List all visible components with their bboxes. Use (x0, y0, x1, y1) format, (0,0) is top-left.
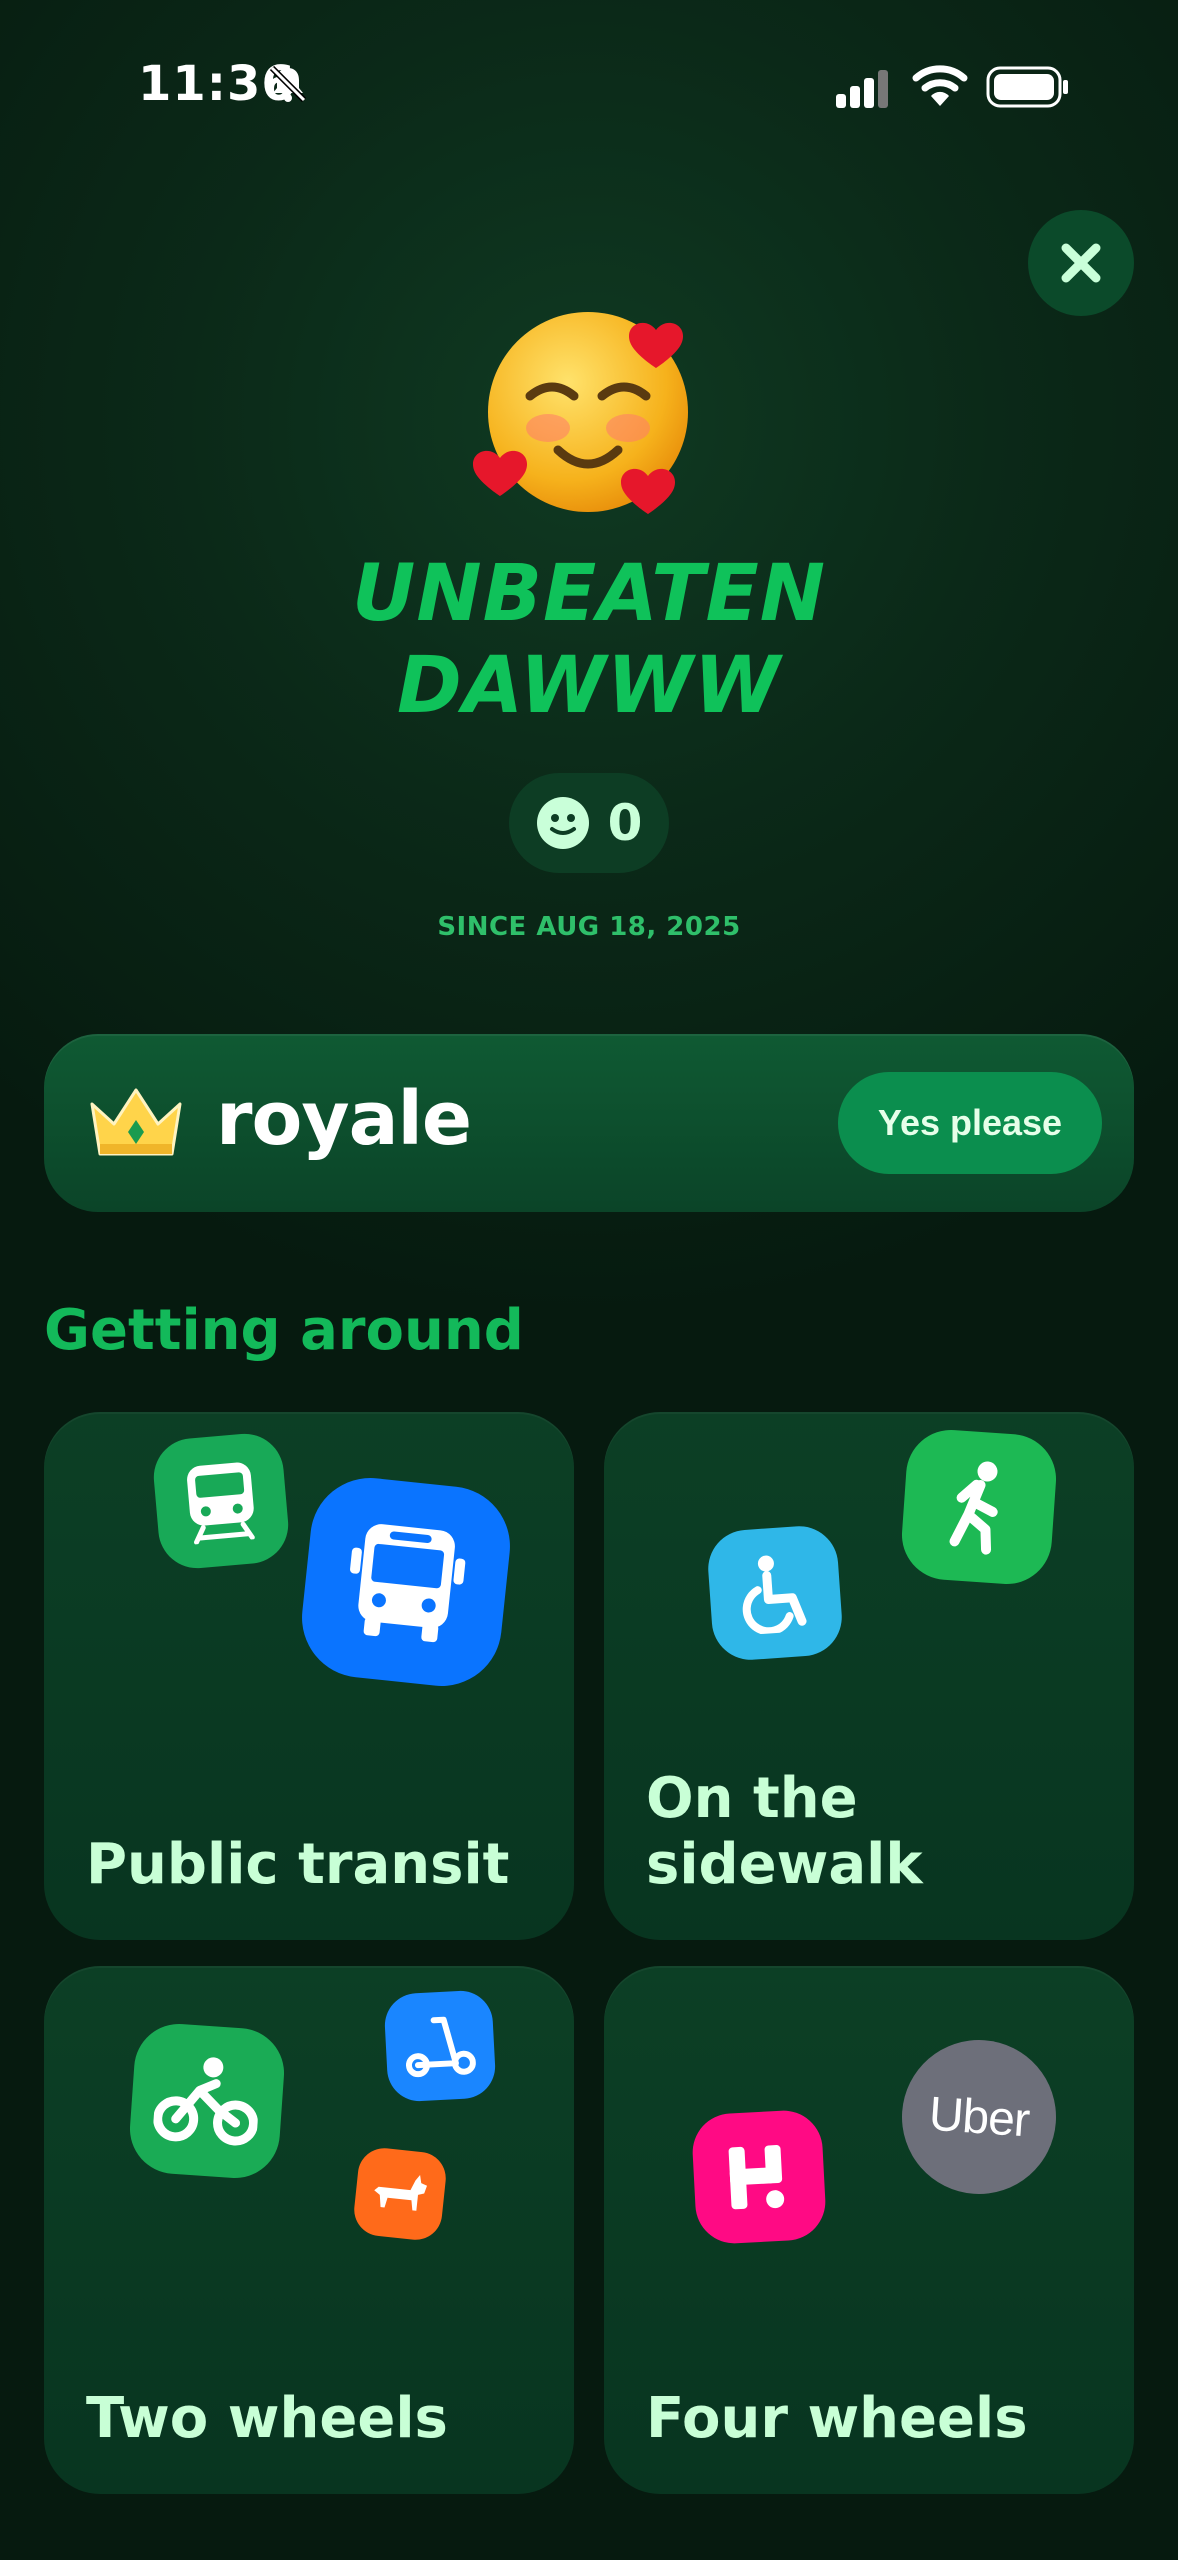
scooter-icon (383, 1989, 497, 2103)
yes-please-button[interactable]: Yes please (838, 1072, 1102, 1174)
cellular-signal-icon (836, 70, 888, 108)
crown-icon (90, 1088, 182, 1156)
profile-title-line2: DAWWW (397, 641, 781, 731)
tile-label: Two wheels (86, 2386, 448, 2451)
tile-label-line2: sidewalk (646, 1832, 923, 1897)
uber-icon: Uber (896, 2034, 1062, 2200)
profile-title-line1: UNBEATEN (351, 549, 827, 639)
tile-label: Four wheels (646, 2386, 1028, 2451)
score-value: 0 (607, 794, 643, 852)
bike-icon (126, 2020, 288, 2182)
profile-title: UNBEATEN DAWWW (0, 548, 1178, 732)
donkey-icon (351, 2145, 449, 2243)
tile-label-line1: On the (646, 1766, 858, 1831)
battery-icon (986, 66, 1068, 108)
wifi-icon (912, 65, 968, 106)
hopp-icon (690, 2108, 828, 2246)
uber-logo-text: Uber (927, 2087, 1031, 2147)
since-date: SINCE AUG 18, 2025 (437, 912, 741, 942)
bell-muted-icon (269, 65, 307, 103)
status-bar: 11:36 (0, 0, 1178, 170)
wheelchair-icon (705, 1523, 845, 1663)
tile-public-transit[interactable]: Public transit (44, 1412, 574, 1940)
royale-banner[interactable]: royale Yes please (44, 1034, 1134, 1212)
section-title: Getting around (44, 1298, 524, 1363)
bus-icon (296, 1472, 516, 1692)
tile-label: Public transit (86, 1832, 510, 1897)
smiley-icon (536, 797, 589, 849)
close-icon (1061, 243, 1101, 283)
tile-four-wheels[interactable]: Uber Four wheels (604, 1966, 1134, 2494)
close-button[interactable] (1028, 210, 1134, 316)
tile-label: On the sidewalk (646, 1766, 923, 1898)
smiling-face-with-hearts-icon (472, 312, 688, 514)
walking-icon (898, 1426, 1060, 1588)
tile-on-the-sidewalk[interactable]: On the sidewalk (604, 1412, 1134, 1940)
train-icon (150, 1430, 292, 1572)
royale-logo: royale (216, 1076, 472, 1162)
tile-two-wheels[interactable]: Two wheels (44, 1966, 574, 2494)
score-pill: 0 (509, 773, 669, 873)
